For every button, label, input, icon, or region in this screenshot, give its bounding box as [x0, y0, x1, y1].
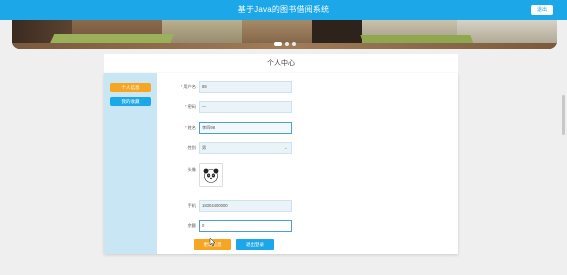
page-title: 个人中心	[267, 60, 295, 67]
gender-value: 男	[202, 145, 207, 150]
section-header: 个人中心	[104, 54, 458, 74]
profile-card: 个人信息 我的收藏 *用户名 88 *密码 — *姓名 李四98 性别 男 ⌄ …	[104, 73, 458, 254]
phone-field[interactable]: 18304400000	[199, 200, 292, 212]
form-row-password: *密码 —	[164, 101, 394, 113]
mouse-cursor-icon	[209, 238, 216, 246]
password-label: *密码	[184, 104, 196, 109]
chevron-down-icon: ⌄	[283, 145, 288, 151]
logout-button[interactable]: 退出登录	[236, 239, 274, 250]
top-header: 基于Java的图书借阅系统 退出	[0, 0, 567, 20]
page-scrollbar[interactable]	[562, 95, 565, 135]
gender-select[interactable]: 男 ⌄	[199, 142, 292, 154]
balance-field[interactable]: 0	[199, 220, 292, 232]
form-row-name: *姓名 李四98	[164, 122, 394, 134]
form-row-username: *用户名 88	[164, 81, 394, 93]
gender-label: 性别	[187, 145, 196, 150]
form-row-phone: 手机 18304400000	[164, 200, 394, 212]
sidebar-item-profile[interactable]: 个人信息	[110, 83, 151, 92]
exit-button[interactable]: 退出	[531, 5, 553, 15]
sidebar-item-favorites[interactable]: 我的收藏	[110, 97, 151, 106]
username-label: *用户名	[180, 84, 196, 89]
balance-label: 余额	[187, 223, 196, 228]
sidebar: 个人信息 我的收藏	[104, 73, 157, 254]
carousel-dot-2[interactable]	[284, 42, 289, 46]
name-field[interactable]: 李四98	[199, 122, 292, 134]
avatar-upload[interactable]	[199, 163, 223, 187]
password-field[interactable]: —	[199, 101, 292, 113]
phone-label: 手机	[187, 203, 196, 208]
panda-avatar-icon	[203, 168, 219, 183]
username-field[interactable]: 88	[199, 81, 292, 93]
form-row-avatar: 头像	[164, 163, 394, 189]
carousel-dot-1[interactable]	[273, 42, 282, 46]
carousel-indicators	[12, 42, 557, 46]
carousel-dot-3[interactable]	[291, 42, 296, 46]
banner-carousel[interactable]	[12, 20, 557, 49]
form-row-gender: 性别 男 ⌄	[164, 142, 394, 154]
form-row-balance: 余额 0	[164, 220, 394, 232]
site-title: 基于Java的图书借阅系统	[237, 5, 330, 14]
avatar-label: 头像	[187, 167, 196, 172]
name-label: *姓名	[184, 125, 196, 130]
